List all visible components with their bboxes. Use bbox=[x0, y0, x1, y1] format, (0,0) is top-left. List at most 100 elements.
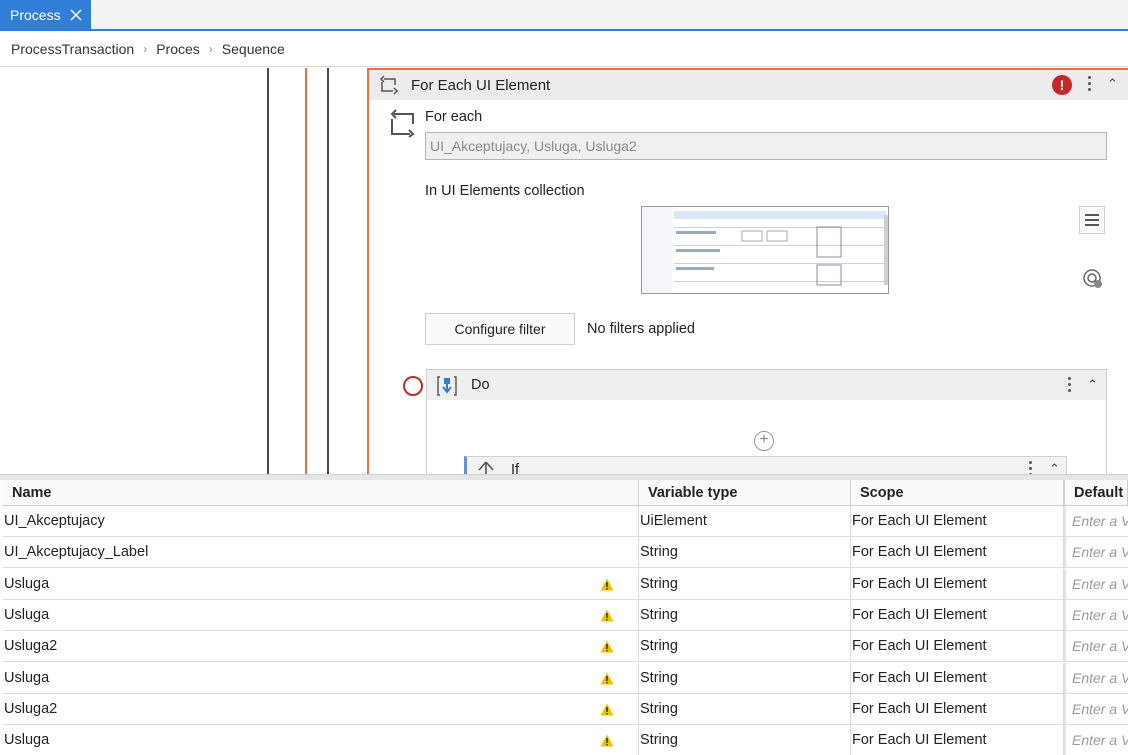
variable-scope[interactable]: For Each UI Element bbox=[851, 725, 1064, 755]
warning-icon bbox=[600, 609, 614, 622]
default-value-field[interactable]: Enter a V bbox=[1064, 662, 1128, 693]
variable-type[interactable]: String bbox=[639, 599, 851, 630]
designer-canvas[interactable]: For Each UI Element ! ⌃︎ For each UI_Akc… bbox=[0, 68, 1128, 474]
variable-name[interactable]: UI_Akceptujacy_Label bbox=[3, 537, 639, 568]
chevron-right-icon: › bbox=[143, 41, 148, 56]
do-header[interactable]: Do ⌃︎ bbox=[427, 370, 1106, 400]
default-value-field[interactable]: Enter a V bbox=[1064, 631, 1128, 662]
chevron-right-icon: › bbox=[208, 41, 213, 56]
warning-icon bbox=[600, 578, 614, 591]
variable-type[interactable]: String bbox=[639, 568, 851, 599]
target-screenshot-thumbnail[interactable] bbox=[641, 206, 889, 294]
default-value-field[interactable]: Enter a V bbox=[1064, 506, 1128, 536]
for-each-label: For each bbox=[425, 109, 483, 125]
variable-scope[interactable]: For Each UI Element bbox=[851, 506, 1064, 536]
add-activity-icon[interactable]: + bbox=[754, 431, 774, 451]
menu-icon[interactable] bbox=[1079, 206, 1105, 234]
default-placeholder: Enter a V bbox=[1072, 513, 1128, 529]
table-row[interactable]: Usluga2 String For Each UI Element Enter a … bbox=[3, 693, 1128, 725]
variable-scope[interactable]: For Each UI Element bbox=[851, 662, 1064, 693]
default-placeholder: Enter a V bbox=[1072, 606, 1128, 623]
table-row[interactable]: Usluga String For Each UI Element Enter a V bbox=[3, 725, 1128, 755]
variable-type[interactable]: String bbox=[639, 537, 851, 568]
breadcrumb-item[interactable]: Proces bbox=[156, 41, 200, 57]
more-options-icon[interactable] bbox=[1068, 377, 1072, 395]
default-value-field[interactable]: Enter a V bbox=[1064, 693, 1128, 724]
loop-icon bbox=[379, 75, 399, 95]
variable-name[interactable]: Usluga2 bbox=[3, 693, 639, 724]
for-each-input[interactable]: UI_Akceptujacy, Usluga, Usluga2 bbox=[425, 132, 1107, 160]
default-value-field[interactable]: Enter a V bbox=[1064, 568, 1128, 599]
tab-label: Process bbox=[10, 6, 61, 23]
selection-border-line bbox=[305, 68, 307, 474]
table-row[interactable]: UI_Akceptujacy_Label String For Each UI El… bbox=[3, 537, 1128, 569]
more-options-icon[interactable] bbox=[1029, 461, 1033, 474]
variable-name[interactable]: Usluga bbox=[3, 725, 639, 755]
screenshot-preview bbox=[642, 207, 888, 293]
warning-icon bbox=[600, 703, 614, 716]
target-indicate-icon[interactable] bbox=[1082, 268, 1104, 290]
breadcrumb-item[interactable]: Sequence bbox=[222, 41, 285, 57]
breadcrumb: ProcessTransaction › Proces › Sequence bbox=[0, 31, 1128, 67]
document-tab-bar: Process bbox=[0, 0, 1128, 31]
variable-type[interactable]: UiElement bbox=[639, 506, 851, 536]
activity-title: For Each UI Element bbox=[411, 77, 551, 94]
error-icon[interactable]: ! bbox=[1052, 75, 1072, 95]
table-row[interactable]: Usluga String For Each UI Element Enter a V bbox=[3, 599, 1128, 631]
default-value-field[interactable]: Enter a V bbox=[1064, 599, 1128, 630]
sequence-border-line bbox=[327, 68, 329, 474]
warning-icon bbox=[600, 640, 614, 653]
for-each-icon bbox=[390, 109, 415, 138]
variable-scope[interactable]: For Each UI Element bbox=[851, 568, 1064, 599]
for-each-ui-element-activity[interactable]: For Each UI Element ! ⌃︎ For each UI_Akc… bbox=[367, 68, 1128, 474]
variable-type[interactable]: String bbox=[639, 725, 851, 755]
collapse-icon[interactable]: ⌃︎ bbox=[1087, 377, 1098, 393]
table-row[interactable]: Usluga String For Each UI Element Enter a V bbox=[3, 568, 1128, 600]
column-header-name[interactable]: Name bbox=[3, 480, 639, 505]
variable-type[interactable]: String bbox=[639, 693, 851, 724]
variable-name[interactable]: UI_Akceptujacy bbox=[3, 506, 639, 536]
collapse-icon[interactable]: ⌃︎ bbox=[1049, 461, 1060, 474]
variable-scope[interactable]: For Each UI Element bbox=[851, 631, 1064, 662]
variable-name[interactable]: Usluga bbox=[3, 599, 639, 630]
table-row[interactable]: Usluga String For Each UI Element Enter a V bbox=[3, 662, 1128, 694]
sequence-icon bbox=[437, 376, 457, 396]
if-activity[interactable]: If ⌃︎ bbox=[464, 456, 1067, 474]
variable-scope[interactable]: For Each UI Element bbox=[851, 599, 1064, 630]
table-row[interactable]: UI_Akceptujacy UiElement For Each UI Eleme… bbox=[3, 506, 1128, 537]
do-label: Do bbox=[471, 377, 490, 393]
variables-grid: Name Variable type Scope Default UI_Akce… bbox=[3, 480, 1128, 755]
collection-label: In UI Elements collection bbox=[425, 183, 585, 199]
if-label: If bbox=[511, 462, 520, 474]
default-placeholder: Enter a V bbox=[1072, 669, 1128, 686]
variable-scope[interactable]: For Each UI Element bbox=[851, 537, 1064, 568]
column-header-default[interactable]: Default bbox=[1064, 480, 1128, 505]
close-icon[interactable] bbox=[69, 8, 83, 22]
activity-header[interactable]: For Each UI Element ! ⌃︎ bbox=[369, 70, 1128, 100]
more-options-icon[interactable] bbox=[1088, 76, 1092, 94]
variable-scope[interactable]: For Each UI Element bbox=[851, 693, 1064, 724]
default-placeholder: Enter a V bbox=[1072, 575, 1128, 592]
default-value-field[interactable]: Enter a V bbox=[1064, 537, 1128, 568]
default-value-field[interactable]: Enter a V bbox=[1064, 725, 1128, 755]
do-sequence[interactable]: Do ⌃︎ + If ⌃︎ bbox=[426, 369, 1107, 474]
warning-icon bbox=[600, 734, 614, 747]
column-header-type[interactable]: Variable type bbox=[639, 480, 851, 505]
table-row[interactable]: Usluga2 String For Each UI Element Enter a … bbox=[3, 631, 1128, 663]
breadcrumb-item[interactable]: ProcessTransaction bbox=[11, 41, 134, 57]
variable-type[interactable]: String bbox=[639, 662, 851, 693]
default-placeholder: Enter a V bbox=[1072, 544, 1128, 561]
tab-process[interactable]: Process bbox=[0, 0, 91, 29]
configure-filter-button[interactable]: Configure filter bbox=[425, 313, 575, 345]
warning-icon bbox=[600, 672, 614, 684]
breakpoint-circle[interactable] bbox=[403, 376, 423, 396]
variable-name[interactable]: Usluga bbox=[3, 568, 639, 599]
default-placeholder: Enter a V bbox=[1072, 732, 1128, 749]
variable-type[interactable]: String bbox=[639, 631, 851, 662]
column-header-scope[interactable]: Scope bbox=[851, 480, 1064, 505]
variable-name[interactable]: Usluga bbox=[3, 662, 639, 693]
if-icon bbox=[478, 461, 494, 474]
collapse-icon[interactable]: ⌃︎ bbox=[1107, 76, 1118, 92]
variable-name[interactable]: Usluga2 bbox=[3, 631, 639, 662]
grid-header: Name Variable type Scope Default bbox=[3, 480, 1128, 506]
